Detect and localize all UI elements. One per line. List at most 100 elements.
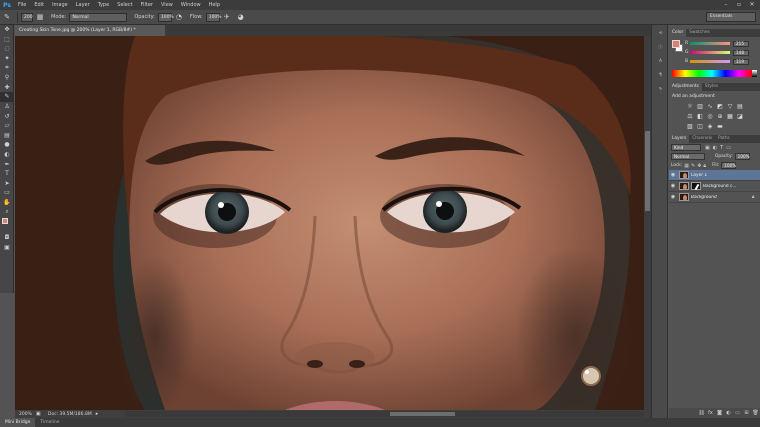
menu-layer[interactable]: Layer xyxy=(72,2,94,8)
brush-panel-toggle-icon[interactable]: ▦ xyxy=(35,12,45,22)
color-spectrum[interactable] xyxy=(672,70,752,77)
maximize-button[interactable]: ▫ xyxy=(734,1,744,9)
horizontal-scrollbar[interactable] xyxy=(125,411,644,417)
red-slider[interactable] xyxy=(690,42,730,45)
filter-pixel-icon[interactable]: ▣ xyxy=(705,145,710,151)
new-layer-icon[interactable]: ⊞ xyxy=(742,410,751,416)
horizontal-scroll-thumb[interactable] xyxy=(390,412,455,416)
layer-row-layer-1[interactable]: ◉ Layer 1 xyxy=(669,170,760,181)
zoom-level[interactable]: 200% xyxy=(15,412,36,417)
add-mask-icon[interactable]: ◙ xyxy=(715,410,724,416)
lock-position-icon[interactable]: ✥ xyxy=(697,163,701,169)
lock-transparent-icon[interactable]: ▦ xyxy=(684,163,689,169)
screen-mode-icon[interactable]: ▣ xyxy=(0,242,14,252)
menu-type[interactable]: Type xyxy=(94,2,113,8)
opacity-input[interactable]: 100% xyxy=(157,12,174,22)
zoom-tool-icon[interactable]: ⌕ xyxy=(0,207,14,217)
channel-mixer-icon[interactable]: ⊕ xyxy=(716,113,724,121)
invert-icon[interactable]: ◪ xyxy=(736,113,744,121)
eraser-tool-icon[interactable]: ▱ xyxy=(0,121,14,131)
minimize-button[interactable]: – xyxy=(721,1,731,9)
paragraph-icon[interactable]: ¶ xyxy=(653,69,668,81)
history-icon[interactable]: ⟲ xyxy=(653,27,668,39)
link-layers-icon[interactable]: ⛓ xyxy=(697,410,706,416)
tab-styles[interactable]: Styles xyxy=(702,83,721,91)
dodge-tool-icon[interactable]: ◐ xyxy=(0,150,14,160)
brightness-contrast-icon[interactable]: ☼ xyxy=(686,103,694,111)
layer-row-background-copy[interactable]: ◉ Background c... xyxy=(669,181,760,192)
levels-icon[interactable]: ▥ xyxy=(696,103,704,111)
size-pressure-icon[interactable]: ◕ xyxy=(236,12,246,22)
blend-mode-select[interactable]: Normal xyxy=(671,153,705,160)
tab-adjustments[interactable]: Adjustments xyxy=(669,83,702,91)
mode-select[interactable]: Normal xyxy=(69,12,128,22)
opacity-pressure-icon[interactable]: ◔ xyxy=(174,12,184,22)
photo-filter-icon[interactable]: ◎ xyxy=(706,113,714,121)
layer-mask-thumbnail[interactable] xyxy=(691,182,701,190)
new-group-icon[interactable]: ▭ xyxy=(733,410,742,416)
status-menu-arrow-icon[interactable]: ▸ xyxy=(96,411,99,417)
document-canvas[interactable] xyxy=(15,36,644,410)
layer-fill-input[interactable]: 100% xyxy=(721,162,737,169)
path-select-tool-icon[interactable]: ➤ xyxy=(0,179,14,189)
airbrush-icon[interactable]: ✈ xyxy=(222,12,232,22)
pen-tool-icon[interactable]: ✒ xyxy=(0,159,14,169)
posterize-icon[interactable]: ▧ xyxy=(686,123,694,131)
layer-opacity-input[interactable]: 100% xyxy=(734,153,750,160)
healing-tool-icon[interactable]: ✚ xyxy=(0,83,14,93)
clone-stamp-tool-icon[interactable]: ♙ xyxy=(0,102,14,112)
eyedropper-tool-icon[interactable]: ⚲ xyxy=(0,73,14,83)
layer-style-icon[interactable]: fx xyxy=(706,410,715,416)
blue-value-input[interactable]: 119 xyxy=(733,58,749,65)
quick-mask-icon[interactable]: ◘ xyxy=(0,233,14,243)
crop-tool-icon[interactable]: ⌗ xyxy=(0,63,14,73)
brush-tool-preset-icon[interactable]: ✎ xyxy=(2,12,12,22)
lasso-tool-icon[interactable]: ◌ xyxy=(0,44,14,54)
lock-all-icon[interactable]: 🔒︎ xyxy=(703,163,706,169)
layer-name[interactable]: Layer 1 xyxy=(691,173,760,178)
gradient-map-icon[interactable]: ▬ xyxy=(716,123,724,131)
filter-shape-icon[interactable]: ▭ xyxy=(726,145,731,151)
green-value-input[interactable]: 148 xyxy=(733,49,749,56)
tab-timeline[interactable]: Timeline xyxy=(35,418,64,427)
green-slider[interactable] xyxy=(690,51,730,54)
lock-pixels-icon[interactable]: ✎ xyxy=(691,163,695,169)
menu-select[interactable]: Select xyxy=(113,2,136,8)
menu-help[interactable]: Help xyxy=(205,2,224,8)
workspace-select[interactable]: Essentials xyxy=(706,12,756,22)
history-brush-tool-icon[interactable]: ↺ xyxy=(0,111,14,121)
layer-name[interactable]: Background c... xyxy=(703,184,760,189)
grayscale-ramp[interactable] xyxy=(752,70,757,77)
close-button[interactable]: ✕ xyxy=(747,1,757,9)
character-icon[interactable]: A xyxy=(653,55,668,67)
visibility-eye-icon[interactable]: ◉ xyxy=(669,194,677,200)
brush-presets-icon[interactable]: ✎ xyxy=(653,83,668,95)
flow-input[interactable]: 100% xyxy=(205,12,222,22)
color-swatches[interactable] xyxy=(0,217,14,233)
color-lookup-icon[interactable]: ▦ xyxy=(726,113,734,121)
foreground-color-chip[interactable] xyxy=(672,40,680,48)
layer-row-background[interactable]: ◉ Background 🔒︎ xyxy=(669,192,760,203)
menu-image[interactable]: Image xyxy=(48,2,72,8)
tab-mini-bridge[interactable]: Mini Bridge xyxy=(0,418,36,427)
shape-tool-icon[interactable]: ▭ xyxy=(0,188,14,198)
blue-slider[interactable] xyxy=(690,60,730,63)
visibility-eye-icon[interactable]: ◉ xyxy=(669,172,677,178)
type-tool-icon[interactable]: T xyxy=(0,169,14,179)
tab-layers[interactable]: Layers xyxy=(669,135,690,143)
menu-file[interactable]: File xyxy=(14,2,30,8)
filter-type-icon[interactable]: T xyxy=(720,145,723,151)
move-tool-icon[interactable]: ✥ xyxy=(0,25,14,35)
hand-tool-icon[interactable]: ✋ xyxy=(0,198,14,208)
menu-filter[interactable]: Filter xyxy=(137,2,157,8)
color-balance-icon[interactable]: ⚖ xyxy=(686,113,694,121)
menu-view[interactable]: View xyxy=(157,2,177,8)
visibility-eye-icon[interactable]: ◉ xyxy=(669,183,677,189)
tab-channels[interactable]: Channels xyxy=(689,135,715,143)
properties-icon[interactable]: ⓘ xyxy=(653,41,668,53)
vertical-scrollbar[interactable] xyxy=(644,36,651,410)
black-white-icon[interactable]: ◧ xyxy=(696,113,704,121)
new-adjustment-icon[interactable]: ◐ xyxy=(724,410,733,416)
tab-swatches[interactable]: Swatches xyxy=(686,29,713,37)
gradient-tool-icon[interactable]: ▤ xyxy=(0,131,14,141)
